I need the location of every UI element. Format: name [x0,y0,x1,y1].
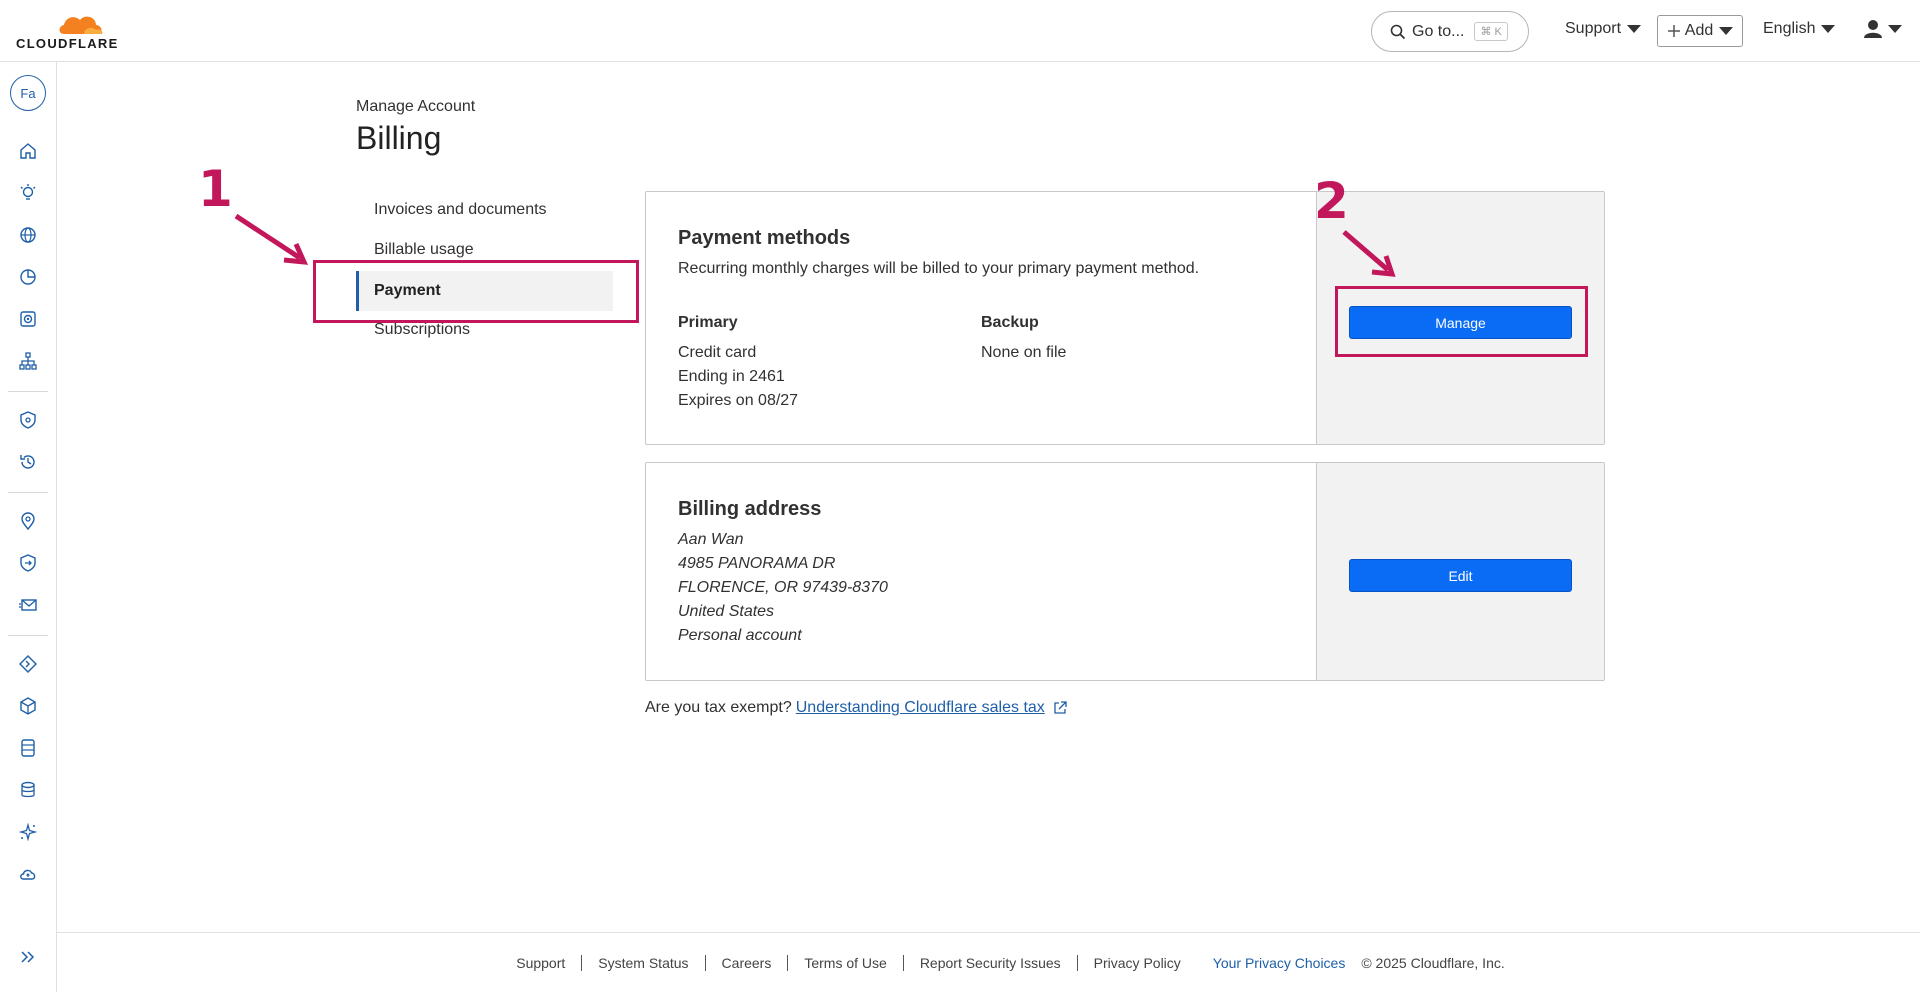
annotation-arrow-icon [1342,230,1396,277]
footer-link-terms[interactable]: Terms of Use [788,954,904,971]
footer-link-report-security[interactable]: Report Security Issues [904,954,1078,971]
logo-wordmark: CLOUDFLARE [16,36,119,51]
annotation-highlight-payment [313,260,639,323]
primary-expires: Expires on 08/27 [678,392,799,409]
chevron-down-icon [1888,25,1902,33]
edit-address-button[interactable]: Edit [1349,559,1572,592]
external-link-icon [1054,701,1067,714]
sales-tax-link[interactable]: Understanding Cloudflare sales tax [796,699,1045,717]
account-avatar[interactable]: Fa [10,75,46,111]
rail-divider [8,635,48,636]
address-account-type: Personal account [678,627,802,644]
network-icon[interactable] [19,352,37,370]
payment-methods-title: Payment methods [678,227,851,249]
tax-question: Are you tax exempt? [645,699,792,716]
primary-type: Credit card [678,344,757,361]
package-box-icon[interactable] [19,697,37,715]
shield-gear-icon[interactable] [19,411,37,429]
user-menu[interactable] [1864,19,1902,39]
page-eyebrow: Manage Account [356,98,476,115]
add-button[interactable]: Add [1657,15,1743,47]
goto-label: Go to... [1412,22,1465,40]
address-actions-panel: Edit [1316,463,1604,680]
billing-address-card: Billing address Aan Wan 4985 PANORAMA DR… [645,462,1605,681]
workers-icon[interactable] [19,655,37,673]
storage-list-icon[interactable] [19,739,37,757]
shortcut-badge: ⌘ K [1474,22,1508,41]
expand-sidebar-icon[interactable] [19,948,37,966]
footer: Support System Status Careers Terms of U… [57,932,1920,992]
chevron-down-icon [1627,25,1642,33]
address-city: FLORENCE, OR 97439-8370 [678,579,888,596]
subnav-item-subscriptions[interactable]: Subscriptions [374,321,470,339]
rail-divider [8,492,48,493]
history-icon[interactable] [19,453,37,471]
plus-icon [1667,25,1680,37]
user-icon [1864,20,1882,38]
add-button-label: Add [1684,22,1714,39]
subnav-item-billable-usage[interactable]: Billable usage [374,241,474,259]
language-menu[interactable]: English [1763,20,1836,38]
database-icon[interactable] [19,781,37,799]
support-menu-label: Support [1565,20,1622,37]
email-icon[interactable] [19,596,37,614]
backup-value: None on file [981,344,1067,361]
address-name: Aan Wan [678,531,744,548]
billing-address-title: Billing address [678,498,822,520]
annotation-step-2: 2 [1314,172,1349,230]
page-title: Billing [356,120,442,156]
chevron-down-icon [1719,27,1734,35]
footer-link-system-status[interactable]: System Status [582,954,706,971]
home-icon[interactable] [19,142,37,160]
ai-sparkle-icon[interactable] [19,823,37,841]
primary-ending: Ending in 2461 [678,368,785,385]
annotation-arrow-icon [234,213,309,265]
shield-arrow-icon[interactable] [19,554,37,572]
location-pin-icon[interactable] [19,512,37,530]
goto-search[interactable]: Go to... ⌘ K [1371,11,1529,52]
rail-divider [8,391,48,392]
annotation-highlight-manage [1335,286,1588,357]
support-menu[interactable]: Support [1565,20,1642,38]
payment-methods-description: Recurring monthly charges will be billed… [678,260,1200,277]
footer-link-privacy-choices[interactable]: Your Privacy Choices [1197,955,1354,971]
address-country: United States [678,603,775,620]
analytics-pie-icon[interactable] [19,268,37,286]
footer-link-privacy-policy[interactable]: Privacy Policy [1078,955,1197,971]
backup-label: Backup [981,314,1039,331]
tax-exempt-row: Are you tax exempt? Understanding Cloudf… [645,699,1067,717]
footer-link-careers[interactable]: Careers [706,954,789,971]
security-center-icon[interactable] [19,310,37,328]
primary-label: Primary [678,314,738,331]
chevron-down-icon [1821,25,1836,33]
top-bar: CLOUDFLARE Go to... ⌘ K Support Add Engl… [0,0,1920,62]
subnav-item-invoices[interactable]: Invoices and documents [374,201,547,219]
address-street: 4985 PANORAMA DR [678,555,836,572]
left-rail: Fa [0,62,57,992]
search-icon [1390,24,1406,39]
footer-copyright: © 2025 Cloudflare, Inc. [1361,954,1505,971]
footer-link-support[interactable]: Support [500,954,583,971]
lightbulb-icon[interactable] [19,184,37,202]
globe-icon[interactable] [19,226,37,244]
cloudflare-logo[interactable]: CLOUDFLARE [16,10,126,51]
language-label: English [1763,20,1816,37]
cloud-upload-icon[interactable] [19,865,37,883]
annotation-step-1: 1 [198,160,233,218]
